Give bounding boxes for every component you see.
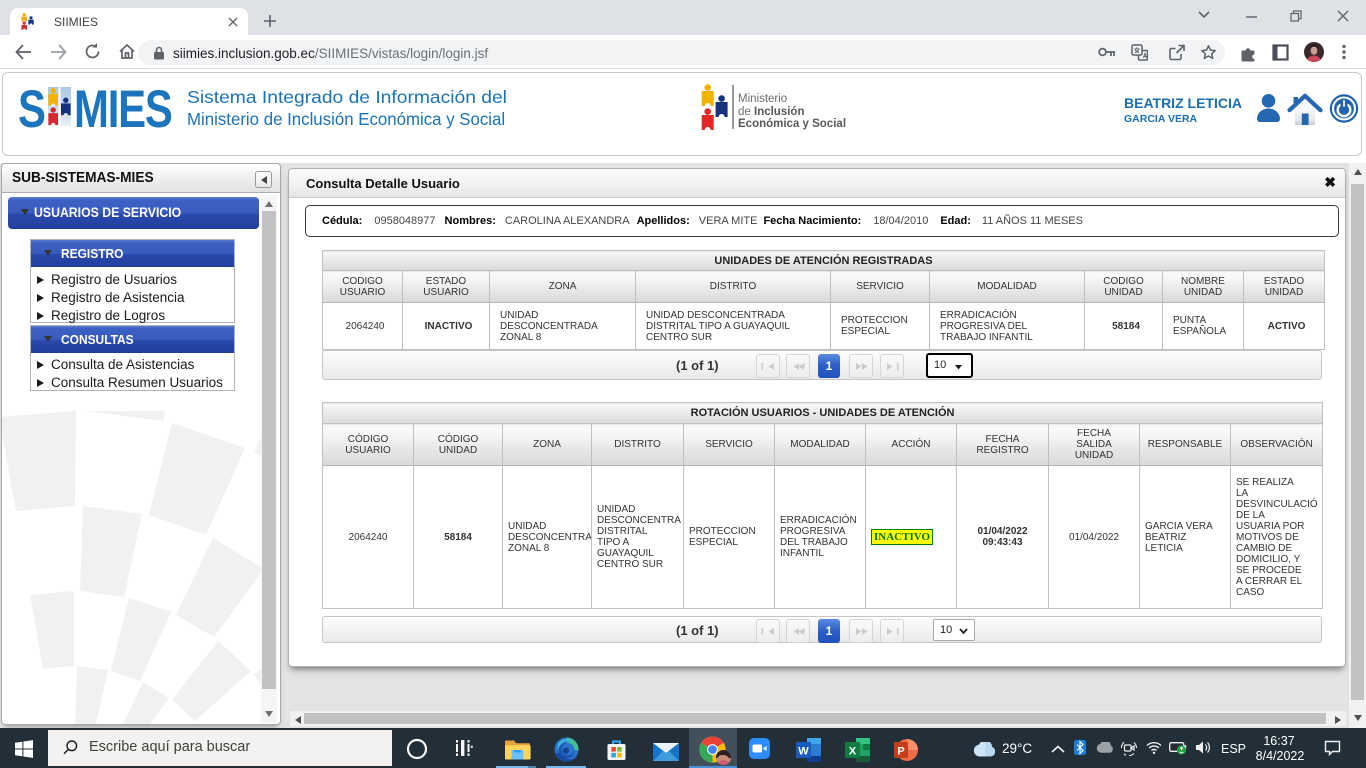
svg-text:P: P bbox=[897, 746, 904, 758]
svg-text:X: X bbox=[849, 746, 857, 758]
svg-text:W: W bbox=[798, 746, 809, 758]
